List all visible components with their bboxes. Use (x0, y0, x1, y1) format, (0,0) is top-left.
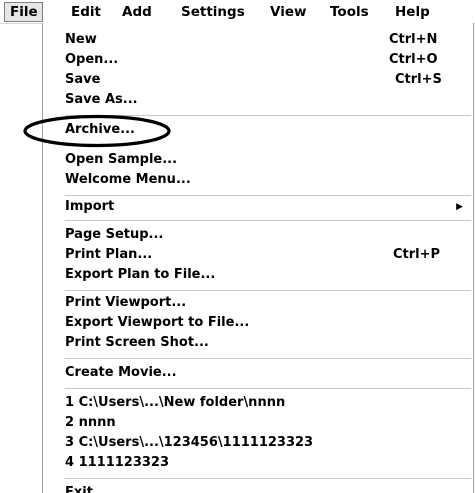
menu-help[interactable]: Help (395, 4, 430, 20)
menu-view[interactable]: View (270, 4, 306, 20)
menu-item-archive[interactable]: Archive... (65, 121, 445, 139)
menu-item-import[interactable]: Import ▶ (65, 198, 463, 216)
menu-settings[interactable]: Settings (181, 4, 245, 20)
menu-item-welcome-menu[interactable]: Welcome Menu... (65, 171, 445, 189)
menu-add[interactable]: Add (122, 4, 152, 20)
recent-file-label: 4 1111123323 (65, 455, 170, 470)
menu-item-label: New (65, 32, 97, 47)
menu-item-label: Save As... (65, 92, 138, 107)
menu-item-label: Print Plan... (65, 247, 153, 262)
menu-item-label: Open... (65, 52, 119, 67)
recent-file-item[interactable]: 4 1111123323 (65, 454, 445, 472)
menu-item-new[interactable]: New Ctrl+N (65, 31, 445, 49)
shortcut-label: Ctrl+P (393, 247, 441, 262)
menu-item-exit[interactable]: Exit (65, 484, 445, 493)
shortcut-label: Ctrl+N (389, 32, 438, 47)
recent-file-item[interactable]: 3 C:\Users\...\123456\1111123323 (65, 434, 445, 452)
menu-item-label: Page Setup... (65, 227, 164, 242)
menu-item-label: Import (65, 199, 115, 214)
menu-separator (65, 220, 471, 222)
menu-item-label: Open Sample... (65, 152, 178, 167)
menu-separator (65, 358, 471, 360)
menu-bar: File Edit Add Settings View Tools Help (0, 0, 475, 24)
recent-file-label: 2 nnnn (65, 415, 116, 430)
menu-item-label: Export Plan to File... (65, 267, 216, 282)
menu-item-label: Archive... (65, 122, 135, 137)
menu-item-label: Print Screen Shot... (65, 335, 209, 350)
menu-item-label: Welcome Menu... (65, 172, 191, 187)
menu-item-create-movie[interactable]: Create Movie... (65, 364, 445, 382)
menu-separator (65, 195, 471, 197)
recent-file-item[interactable]: 2 nnnn (65, 414, 445, 432)
menu-item-label: Print Viewport... (65, 295, 187, 310)
menu-tools[interactable]: Tools (330, 4, 369, 20)
menu-item-export-viewport[interactable]: Export Viewport to File... (65, 314, 445, 332)
shortcut-label: Ctrl+S (395, 72, 442, 87)
recent-file-item[interactable]: 1 C:\Users\...\New folder\nnnn (65, 394, 445, 412)
menu-item-label: Create Movie... (65, 365, 177, 380)
menu-item-print-plan[interactable]: Print Plan... Ctrl+P (65, 246, 445, 264)
menu-item-save-as[interactable]: Save As... (65, 91, 445, 109)
shortcut-label: Ctrl+O (389, 52, 438, 67)
file-menu-dropdown: New Ctrl+N Open... Ctrl+O Save Ctrl+S Sa… (42, 23, 474, 493)
recent-file-label: 1 C:\Users\...\New folder\nnnn (65, 395, 286, 410)
menu-item-page-setup[interactable]: Page Setup... (65, 226, 445, 244)
menu-separator (65, 388, 471, 390)
recent-file-label: 3 C:\Users\...\123456\1111123323 (65, 435, 314, 450)
menu-item-save[interactable]: Save Ctrl+S (65, 71, 445, 89)
menu-item-label: Export Viewport to File... (65, 315, 250, 330)
menu-file[interactable]: File (4, 2, 43, 22)
menu-separator (65, 290, 471, 292)
menu-item-label: Exit (65, 485, 93, 493)
menu-item-export-plan[interactable]: Export Plan to File... (65, 266, 445, 284)
submenu-arrow-icon: ▶ (456, 202, 463, 212)
menu-edit[interactable]: Edit (71, 4, 101, 20)
menu-item-label: Save (65, 72, 101, 87)
menu-item-open-sample[interactable]: Open Sample... (65, 151, 445, 169)
menu-item-print-screenshot[interactable]: Print Screen Shot... (65, 334, 445, 352)
menu-item-open[interactable]: Open... Ctrl+O (65, 51, 445, 69)
menu-separator (65, 115, 471, 117)
menu-separator (65, 478, 471, 480)
menu-item-print-viewport[interactable]: Print Viewport... (65, 294, 445, 312)
